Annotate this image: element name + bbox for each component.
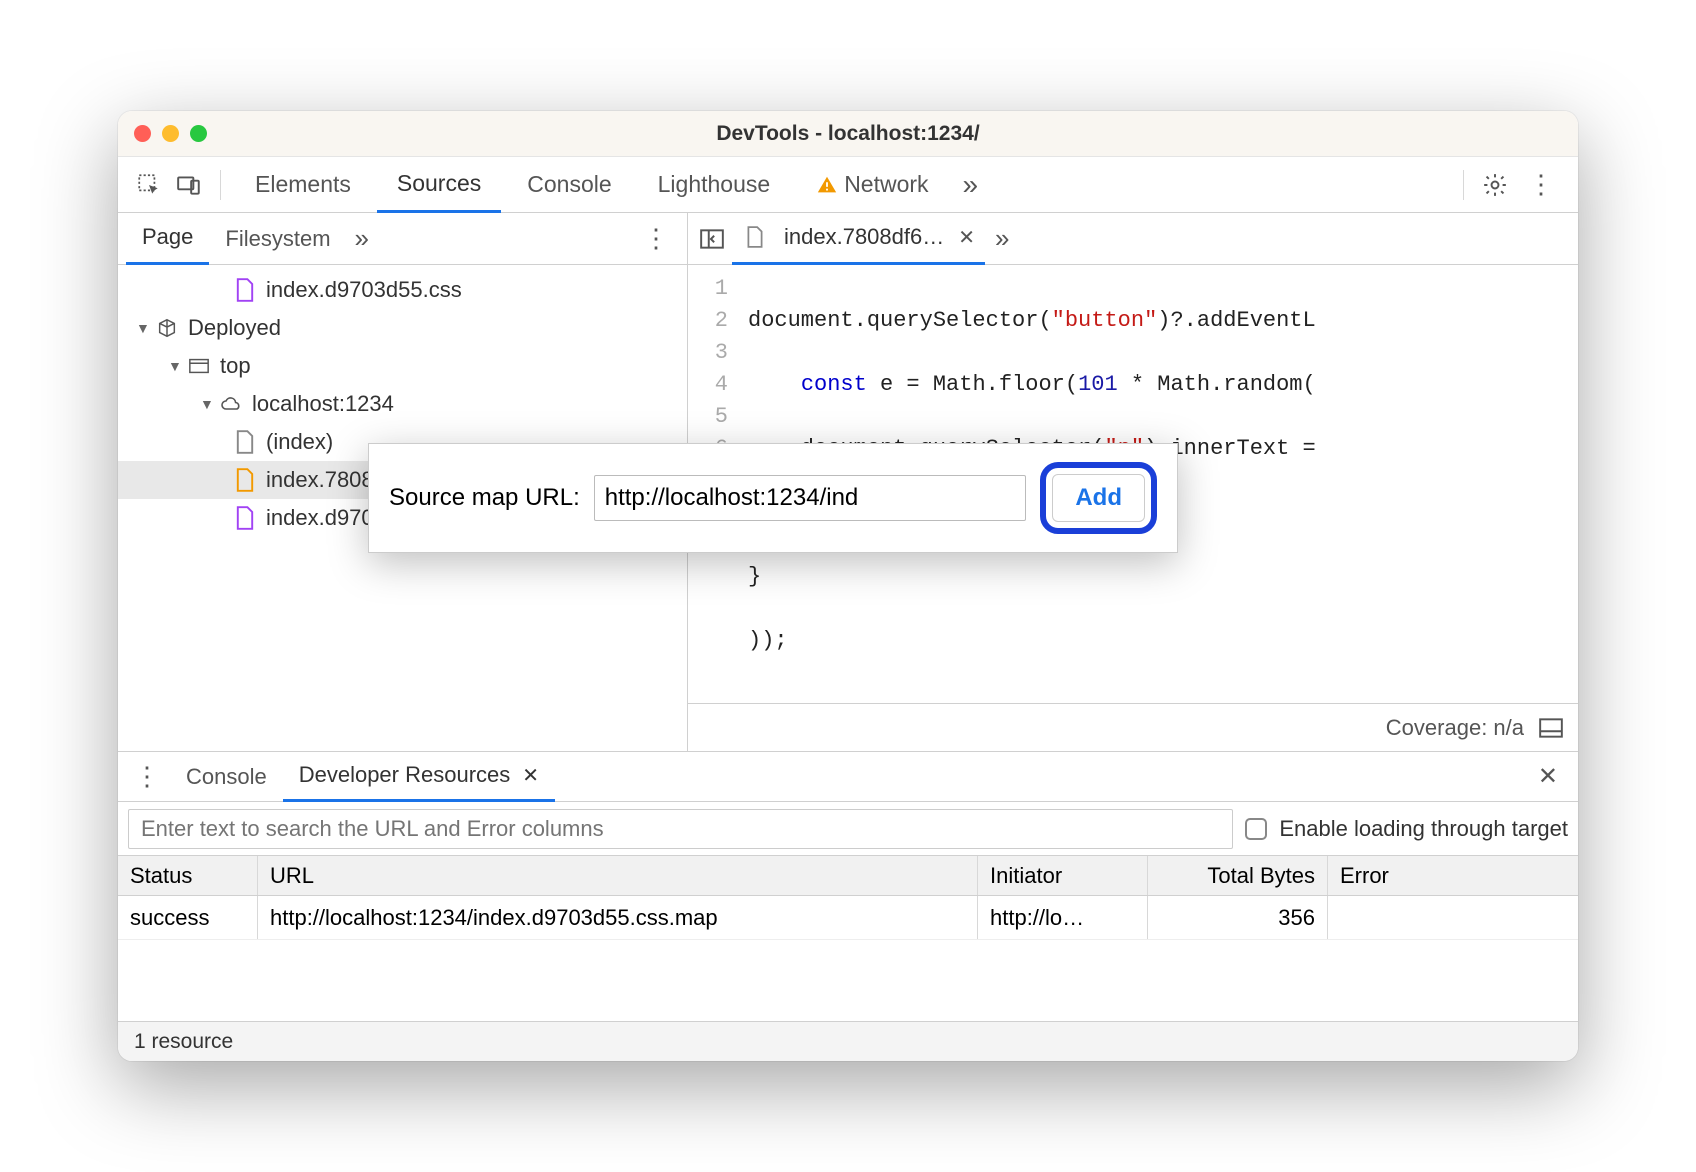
devtools-window: DevTools - localhost:1234/ Elements Sour… bbox=[118, 111, 1578, 1061]
enable-loading-checkbox[interactable] bbox=[1245, 818, 1267, 840]
drawer-statusbar: 1 resource bbox=[118, 1021, 1578, 1061]
tree-label: (index) bbox=[266, 429, 333, 455]
cell-status: success bbox=[118, 896, 258, 939]
drawer-filter-row: Enable loading through target bbox=[118, 802, 1578, 856]
tree-label: index.d970 bbox=[266, 505, 374, 531]
col-status[interactable]: Status bbox=[118, 856, 258, 895]
table-header: Status URL Initiator Total Bytes Error bbox=[118, 856, 1578, 896]
subtab-filesystem[interactable]: Filesystem bbox=[209, 213, 346, 265]
tree-label: top bbox=[220, 353, 251, 379]
tree-label: Deployed bbox=[188, 315, 281, 341]
caret-down-icon: ▼ bbox=[200, 396, 218, 412]
navigator-menu-icon[interactable]: ⋮ bbox=[633, 223, 679, 254]
main-toolbar: Elements Sources Console Lighthouse Netw… bbox=[118, 157, 1578, 213]
tab-network[interactable]: Network bbox=[796, 157, 948, 213]
drawer-panel: ⋮ Console Developer Resources ✕ ✕ Enable… bbox=[118, 751, 1578, 1061]
js-file-icon bbox=[232, 468, 258, 492]
col-error[interactable]: Error bbox=[1328, 856, 1578, 895]
col-bytes[interactable]: Total Bytes bbox=[1148, 856, 1328, 895]
more-subtabs-icon[interactable]: » bbox=[347, 223, 377, 254]
tree-deployed[interactable]: ▼ Deployed bbox=[118, 309, 687, 347]
cell-error bbox=[1328, 896, 1578, 939]
col-initiator[interactable]: Initiator bbox=[978, 856, 1148, 895]
resource-count: 1 resource bbox=[134, 1030, 233, 1054]
css-file-icon bbox=[232, 278, 258, 302]
drawer-tabs: ⋮ Console Developer Resources ✕ ✕ bbox=[118, 752, 1578, 802]
add-button-highlight: Add bbox=[1040, 462, 1157, 534]
close-drawer-tab-icon[interactable]: ✕ bbox=[522, 763, 539, 788]
caret-down-icon: ▼ bbox=[168, 358, 186, 374]
inspect-element-icon[interactable] bbox=[132, 168, 166, 202]
tab-elements[interactable]: Elements bbox=[235, 157, 371, 213]
document-icon bbox=[232, 430, 258, 454]
close-tab-icon[interactable]: ✕ bbox=[958, 225, 975, 250]
col-url[interactable]: URL bbox=[258, 856, 978, 895]
window-title: DevTools - localhost:1234/ bbox=[118, 122, 1578, 146]
cloud-icon bbox=[218, 395, 244, 413]
tab-network-label: Network bbox=[844, 171, 928, 198]
editor-tabbar: index.7808df6… ✕ » bbox=[688, 213, 1578, 265]
popup-label: Source map URL: bbox=[389, 484, 580, 512]
source-map-url-input[interactable] bbox=[594, 475, 1027, 521]
tree-file-css[interactable]: index.d9703d55.css bbox=[118, 271, 687, 309]
device-toolbar-icon[interactable] bbox=[172, 168, 206, 202]
caret-down-icon: ▼ bbox=[136, 320, 154, 336]
tab-sources[interactable]: Sources bbox=[377, 157, 501, 213]
document-icon bbox=[742, 226, 768, 248]
drawer-tab-devres[interactable]: Developer Resources ✕ bbox=[283, 752, 555, 802]
titlebar: DevTools - localhost:1234/ bbox=[118, 111, 1578, 157]
warning-icon bbox=[816, 174, 838, 196]
css-file-icon bbox=[232, 506, 258, 530]
cell-bytes: 356 bbox=[1148, 896, 1328, 939]
cell-initiator: http://lo… bbox=[978, 896, 1148, 939]
drawer-tab-label: Developer Resources bbox=[299, 762, 511, 788]
close-drawer-icon[interactable]: ✕ bbox=[1524, 762, 1572, 791]
tree-label: index.7808 bbox=[266, 467, 374, 493]
more-tabs-icon[interactable]: » bbox=[955, 157, 987, 213]
tree-label: index.d9703d55.css bbox=[266, 277, 462, 303]
settings-gear-icon[interactable] bbox=[1478, 168, 1512, 202]
navigator-tabs: Page Filesystem » ⋮ bbox=[118, 213, 687, 265]
editor-file-tab[interactable]: index.7808df6… ✕ bbox=[732, 213, 985, 265]
tree-top[interactable]: ▼ top bbox=[118, 347, 687, 385]
cube-icon bbox=[154, 317, 180, 339]
tab-console[interactable]: Console bbox=[507, 157, 631, 213]
drawer-menu-icon[interactable]: ⋮ bbox=[124, 761, 170, 792]
tree-host[interactable]: ▼ localhost:1234 bbox=[118, 385, 687, 423]
editor-footer: Coverage: n/a bbox=[688, 703, 1578, 751]
cell-url: http://localhost:1234/index.d9703d55.css… bbox=[258, 896, 978, 939]
tab-lighthouse[interactable]: Lighthouse bbox=[638, 157, 791, 213]
table-row[interactable]: success http://localhost:1234/index.d970… bbox=[118, 896, 1578, 940]
subtab-page[interactable]: Page bbox=[126, 213, 209, 265]
resources-table: Status URL Initiator Total Bytes Error s… bbox=[118, 856, 1578, 1021]
add-button[interactable]: Add bbox=[1052, 474, 1145, 522]
main-area: Page Filesystem » ⋮ index.d9703d55.css ▼… bbox=[118, 213, 1578, 751]
show-drawer-icon[interactable] bbox=[1538, 717, 1564, 739]
kebab-menu-icon[interactable]: ⋮ bbox=[1518, 169, 1564, 200]
coverage-label: Coverage: n/a bbox=[1386, 715, 1524, 741]
drawer-tab-console[interactable]: Console bbox=[170, 752, 283, 802]
file-tab-label: index.7808df6… bbox=[784, 224, 944, 250]
tree-label: localhost:1234 bbox=[252, 391, 394, 417]
enable-loading-label: Enable loading through target bbox=[1279, 816, 1568, 842]
frame-icon bbox=[186, 357, 212, 375]
more-file-tabs-icon[interactable]: » bbox=[985, 223, 1019, 254]
source-map-popup: Source map URL: Add bbox=[368, 443, 1178, 553]
toggle-navigator-icon[interactable] bbox=[692, 228, 732, 250]
resource-filter-input[interactable] bbox=[128, 809, 1233, 849]
